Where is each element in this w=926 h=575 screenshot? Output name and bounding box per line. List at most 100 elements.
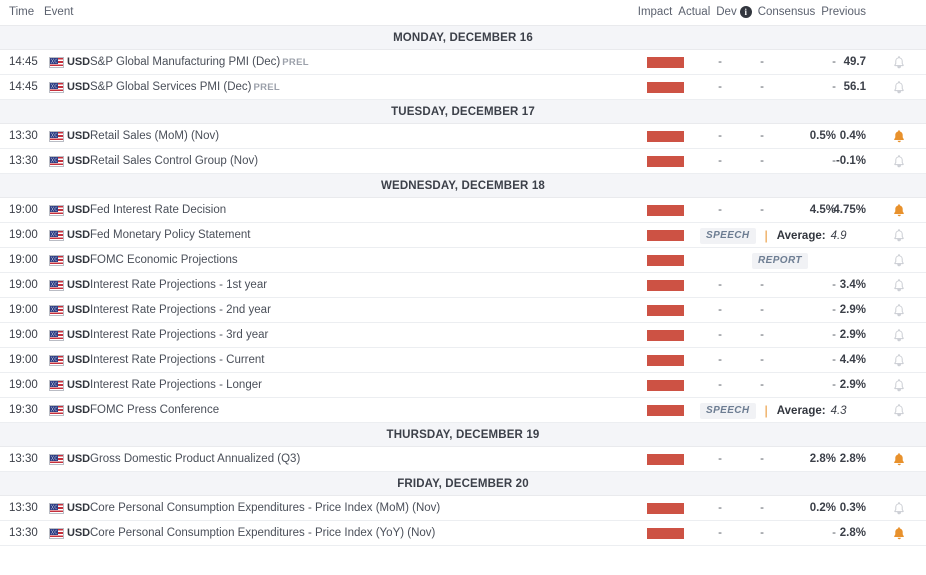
us-flag-icon — [49, 205, 64, 216]
event-row[interactable]: 19:00USDInterest Rate Projections - 3rd … — [0, 323, 926, 348]
day-header-label: WEDNESDAY, DECEMBER 18 — [381, 180, 545, 192]
event-row[interactable]: 13:30USDCore Personal Consumption Expend… — [0, 521, 926, 546]
event-name[interactable]: Interest Rate Projections - Current — [90, 354, 265, 366]
event-previous: 2.8% — [840, 453, 866, 465]
event-deviation: - — [760, 453, 764, 465]
event-consensus: 4.5% — [810, 204, 836, 216]
event-consensus: 0.5% — [810, 130, 836, 142]
event-name[interactable]: Retail Sales Control Group (Nov) — [90, 155, 258, 167]
event-row[interactable]: 19:00USDFed Interest Rate Decision--4.5%… — [0, 198, 926, 223]
event-actual: - — [718, 502, 722, 514]
event-name-text: FOMC Press Conference — [90, 404, 219, 416]
event-currency: USD — [67, 453, 90, 465]
event-previous: 2.9% — [840, 329, 866, 341]
event-consensus: - — [832, 379, 836, 391]
event-row[interactable]: 14:45USDS&P Global Services PMI (Dec)PRE… — [0, 75, 926, 100]
event-row[interactable]: 14:45USDS&P Global Manufacturing PMI (De… — [0, 50, 926, 75]
us-flag-icon — [49, 131, 64, 142]
event-name[interactable]: S&P Global Manufacturing PMI (Dec)PREL — [90, 56, 309, 68]
event-name-text: Interest Rate Projections - Current — [90, 354, 265, 366]
impact-bar — [647, 355, 684, 366]
event-row[interactable]: 19:00USDInterest Rate Projections - 2nd … — [0, 298, 926, 323]
us-flag-icon — [49, 82, 64, 93]
event-name[interactable]: FOMC Economic Projections — [90, 254, 238, 266]
event-previous: 0.4% — [840, 130, 866, 142]
event-row[interactable]: 19:00USDInterest Rate Projections - 1st … — [0, 273, 926, 298]
event-name[interactable]: Fed Monetary Policy Statement — [90, 229, 250, 241]
event-time: 13:30 — [9, 527, 38, 539]
alert-bell-icon[interactable] — [892, 526, 906, 541]
alert-bell-icon[interactable] — [892, 55, 906, 70]
column-header-right-group: Impact Actual Dev i Consensus Previous — [638, 6, 866, 18]
event-consensus: - — [832, 279, 836, 291]
impact-bar — [647, 280, 684, 291]
event-name[interactable]: S&P Global Services PMI (Dec)PREL — [90, 81, 280, 93]
event-time: 19:00 — [9, 379, 38, 391]
impact-bar — [647, 255, 684, 266]
impact-bar — [647, 503, 684, 514]
event-row[interactable]: 13:30USDRetail Sales (MoM) (Nov)--0.5%0.… — [0, 124, 926, 149]
event-consensus: - — [832, 354, 836, 366]
alert-bell-icon[interactable] — [892, 501, 906, 516]
event-row[interactable]: 19:00 USDInterest Rate Projections - Long… — [0, 373, 926, 398]
alert-bell-icon[interactable] — [892, 328, 906, 343]
event-name[interactable]: FOMC Press Conference — [90, 404, 219, 416]
event-row[interactable]: 13:30USDGross Domestic Product Annualize… — [0, 447, 926, 472]
us-flag-icon — [49, 330, 64, 341]
impact-bar — [647, 405, 684, 416]
event-name[interactable]: Retail Sales (MoM) (Nov) — [90, 130, 219, 142]
event-row[interactable]: 13:30USDCore Personal Consumption Expend… — [0, 496, 926, 521]
alert-bell-icon[interactable] — [892, 378, 906, 393]
event-deviation: - — [760, 155, 764, 167]
alert-bell-icon[interactable] — [892, 203, 906, 218]
impact-bar — [647, 156, 684, 167]
event-previous: 2.9% — [840, 304, 866, 316]
event-currency: USD — [67, 379, 90, 391]
event-name-text: FOMC Economic Projections — [90, 254, 238, 266]
event-name[interactable]: Interest Rate Projections - 2nd year — [90, 304, 271, 316]
impact-bar — [647, 528, 684, 539]
event-previous: 0.3% — [840, 502, 866, 514]
event-name[interactable]: Gross Domestic Product Annualized (Q3) — [90, 453, 300, 465]
event-deviation: - — [760, 130, 764, 142]
alert-bell-icon[interactable] — [892, 253, 906, 268]
average-value: 4.9 — [831, 230, 847, 242]
alert-bell-icon[interactable] — [892, 228, 906, 243]
us-flag-icon — [49, 528, 64, 539]
impact-bar — [647, 305, 684, 316]
event-name[interactable]: Interest Rate Projections - Longer — [90, 379, 262, 391]
event-time: 13:30 — [9, 130, 38, 142]
event-currency-group: USD — [49, 404, 90, 416]
report-badge: REPORT — [752, 253, 808, 269]
event-time: 19:00 — [9, 229, 38, 241]
event-row[interactable]: 19:00USDFed Monetary Policy StatementSPE… — [0, 223, 926, 248]
event-time: 19:00 — [9, 204, 38, 216]
alert-bell-icon[interactable] — [892, 303, 906, 318]
event-name[interactable]: Fed Interest Rate Decision — [90, 204, 226, 216]
event-row[interactable]: 19:30USDFOMC Press ConferenceSPEECH|Aver… — [0, 398, 926, 423]
info-icon[interactable]: i — [740, 6, 752, 18]
event-consensus: - — [832, 304, 836, 316]
alert-bell-icon[interactable] — [892, 278, 906, 293]
event-row[interactable]: 13:30USDRetail Sales Control Group (Nov)… — [0, 149, 926, 174]
event-previous: 2.8% — [840, 527, 866, 539]
event-time: 13:30 — [9, 155, 38, 167]
event-name[interactable]: Interest Rate Projections - 3rd year — [90, 329, 268, 341]
event-actual: - — [718, 155, 722, 167]
event-row[interactable]: 19:00USDFOMC Economic ProjectionsREPORT — [0, 248, 926, 273]
us-flag-icon — [49, 380, 64, 391]
alert-bell-icon[interactable] — [892, 154, 906, 169]
alert-bell-icon[interactable] — [892, 452, 906, 467]
event-row[interactable]: 19:00USDInterest Rate Projections - Curr… — [0, 348, 926, 373]
alert-bell-icon[interactable] — [892, 353, 906, 368]
event-deviation: - — [760, 354, 764, 366]
alert-bell-icon[interactable] — [892, 403, 906, 418]
event-name[interactable]: Interest Rate Projections - 1st year — [90, 279, 267, 291]
alert-bell-icon[interactable] — [892, 80, 906, 95]
day-header-row: FRIDAY, DECEMBER 20 — [0, 472, 926, 496]
event-name[interactable]: Core Personal Consumption Expenditures -… — [90, 527, 435, 539]
event-currency: USD — [67, 229, 90, 241]
event-previous: 56.1 — [844, 81, 866, 93]
alert-bell-icon[interactable] — [892, 129, 906, 144]
event-name[interactable]: Core Personal Consumption Expenditures -… — [90, 502, 440, 514]
